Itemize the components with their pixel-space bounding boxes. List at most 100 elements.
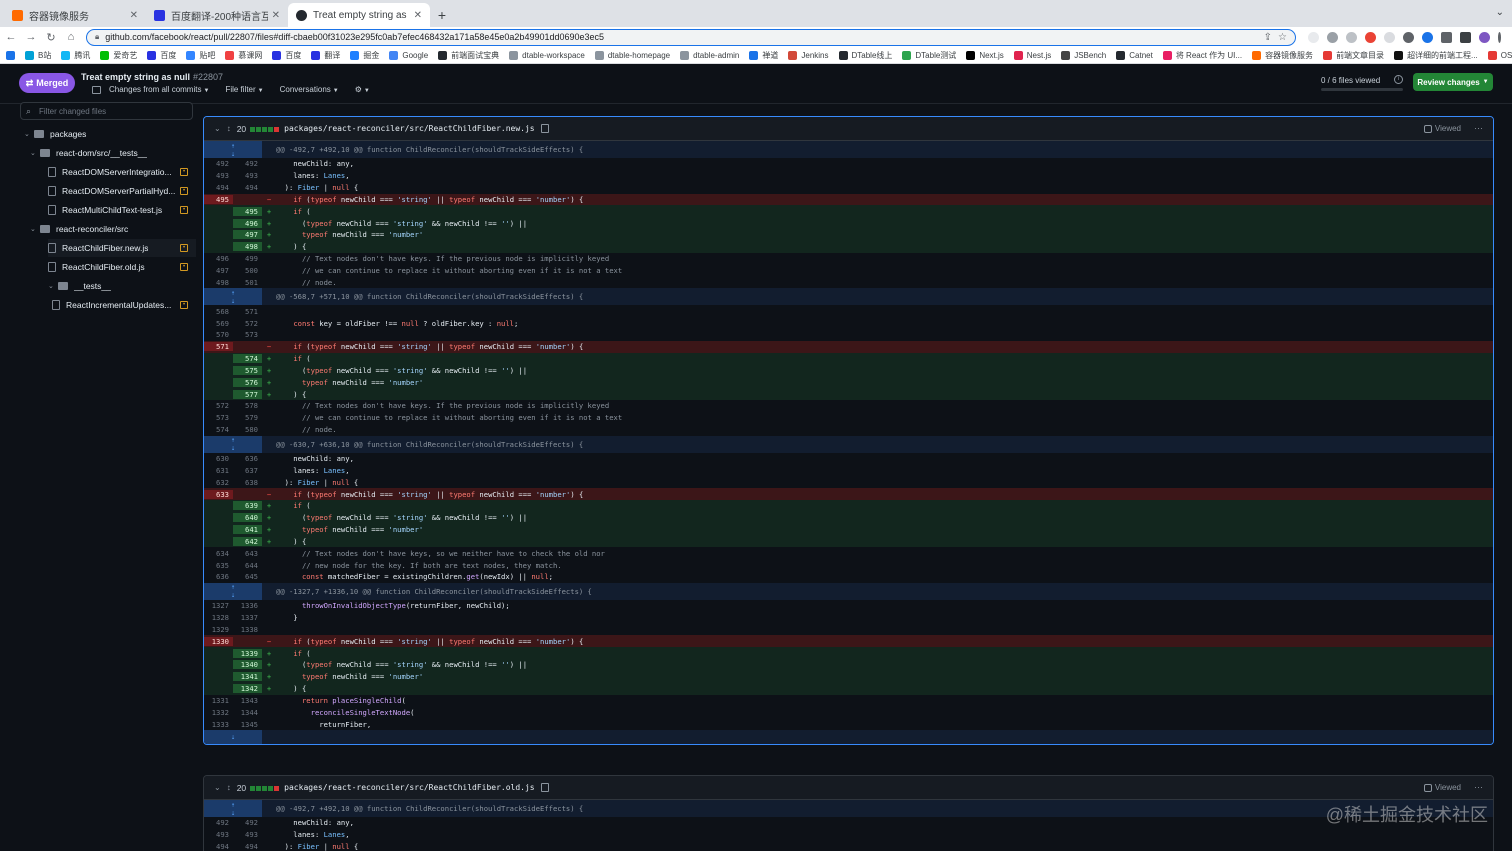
new-line-number[interactable]: 499	[233, 254, 262, 264]
collapse-chevron-icon[interactable]: ⌄	[214, 783, 221, 792]
new-line-number[interactable]: 494	[233, 842, 262, 851]
old-line-number[interactable]: 630	[204, 453, 233, 463]
new-line-number[interactable]: 579	[233, 413, 262, 423]
expand-all-icon[interactable]: ↕	[227, 783, 231, 792]
old-line-number[interactable]: 635	[204, 560, 233, 570]
expand-all-icon[interactable]: ↕	[227, 124, 231, 133]
tree-file[interactable]: ReactChildFiber.old.js	[48, 258, 196, 276]
old-line-number[interactable]: 496	[204, 254, 233, 264]
copy-icon[interactable]	[540, 124, 549, 133]
old-line-number[interactable]: 572	[204, 401, 233, 411]
old-line-number[interactable]: 632	[204, 477, 233, 487]
old-line-number[interactable]: 634	[204, 548, 233, 558]
viewed-checkbox[interactable]: Viewed	[1423, 783, 1461, 792]
extension-icon[interactable]	[1365, 31, 1376, 43]
new-line-number[interactable]: 643	[233, 548, 262, 558]
new-line-number[interactable]: 1338	[233, 624, 262, 634]
new-line-number[interactable]: 572	[233, 318, 262, 328]
new-line-number[interactable]: 501	[233, 277, 262, 287]
new-line-number[interactable]: 493	[233, 171, 262, 181]
bookmark-star-icon[interactable]: ☆	[1278, 32, 1287, 43]
tree-file[interactable]: ReactIncrementalUpdates...	[52, 296, 196, 314]
new-line-number[interactable]: 644	[233, 560, 262, 570]
old-line-number[interactable]: 495	[204, 194, 233, 204]
new-line-number[interactable]: 1336	[233, 601, 262, 611]
extension-icon[interactable]	[1346, 31, 1357, 43]
tree-folder[interactable]: ⌄ __tests__	[48, 277, 196, 295]
bookmark-item[interactable]: 翻译	[311, 50, 340, 61]
tree-file[interactable]: ReactMultiChildText-test.js	[48, 201, 196, 219]
bookmark-item[interactable]: 将 React 作为 UI...	[1162, 50, 1242, 61]
menu-kebab-icon[interactable]	[1498, 31, 1501, 43]
bookmark-item[interactable]: 禅道	[749, 50, 778, 61]
collapse-chevron-icon[interactable]: ⌄	[214, 124, 221, 133]
url-text[interactable]: github.com/facebook/react/pull/22807/fil…	[105, 32, 1257, 42]
new-line-number[interactable]: 580	[233, 425, 262, 435]
old-line-number[interactable]: 492	[204, 159, 233, 169]
tab-search-chevron-icon[interactable]: ⌄	[1496, 7, 1504, 18]
new-line-number[interactable]: 577	[233, 389, 262, 399]
new-line-number[interactable]: 637	[233, 465, 262, 475]
new-line-number[interactable]: 642	[233, 536, 262, 546]
bookmark-item[interactable]: 百度	[147, 50, 176, 61]
new-line-number[interactable]: 496	[233, 218, 262, 228]
bookmark-item[interactable]: 前端文章目录	[1323, 50, 1384, 61]
expand-up-icon[interactable]: ⇡ ⇣	[204, 141, 262, 158]
old-line-number[interactable]: 569	[204, 318, 233, 328]
new-line-number[interactable]: 574	[233, 354, 262, 364]
extension-icon[interactable]	[1384, 31, 1395, 43]
new-line-number[interactable]: 636	[233, 453, 262, 463]
bookmark-item[interactable]: 慕课网	[225, 50, 262, 61]
conversations-dropdown[interactable]: Conversations ▼	[280, 85, 339, 94]
more-options-icon[interactable]: ···	[1474, 782, 1483, 792]
old-line-number[interactable]: 1333	[204, 719, 233, 729]
new-line-number[interactable]: 575	[233, 365, 262, 375]
old-line-number[interactable]: 493	[204, 830, 233, 840]
bookmark-item[interactable]: JSBench	[1061, 50, 1106, 60]
close-tab-icon[interactable]: ✕	[414, 10, 422, 21]
new-line-number[interactable]: 497	[233, 230, 262, 240]
old-line-number[interactable]: 1329	[204, 624, 233, 634]
browser-tab-active[interactable]: Treat empty string as null by s ✕	[288, 3, 430, 27]
new-line-number[interactable]: 1340	[233, 660, 262, 670]
extension-icon[interactable]	[1327, 31, 1338, 43]
new-line-number[interactable]: 1345	[233, 719, 262, 729]
reload-icon[interactable]: ↻	[42, 31, 60, 44]
bookmark-item[interactable]: DTable测试	[902, 50, 956, 61]
bookmark-item[interactable]: Nest.js	[1013, 50, 1051, 60]
old-line-number[interactable]: 636	[204, 572, 233, 582]
changes-from-dropdown[interactable]: Changes from all commits ▼	[109, 85, 209, 94]
old-line-number[interactable]: 571	[204, 342, 233, 352]
new-line-number[interactable]: 1339	[233, 648, 262, 658]
forward-icon[interactable]: →	[22, 31, 40, 43]
expand-down-icon[interactable]: ⇣	[204, 730, 262, 745]
address-bar[interactable]: 🔒︎ github.com/facebook/react/pull/22807/…	[86, 28, 1296, 46]
more-options-icon[interactable]: ···	[1474, 123, 1483, 133]
bookmark-item[interactable]: 腾讯	[61, 50, 90, 61]
new-line-number[interactable]: 571	[233, 306, 262, 316]
expand-up-icon[interactable]: ⇡ ⇣	[204, 435, 262, 453]
tree-folder[interactable]: ⌄ react-reconciler/src	[30, 220, 196, 238]
chevron-down-icon[interactable]: ⌄	[30, 149, 40, 157]
bookmark-item[interactable]: 贴吧	[186, 50, 215, 61]
chevron-down-icon[interactable]: ⌄	[30, 225, 40, 233]
bookmark-item[interactable]: 百度	[272, 50, 301, 61]
new-line-number[interactable]: 492	[233, 818, 262, 828]
bookmark-item[interactable]: 超详细的前端工程...	[1394, 50, 1478, 61]
bookmark-item[interactable]: Next.js	[966, 50, 1004, 60]
lock-icon[interactable]: 🔒︎	[95, 32, 99, 42]
new-line-number[interactable]: 645	[233, 572, 262, 582]
old-line-number[interactable]: 570	[204, 330, 233, 340]
profile-avatar[interactable]	[1479, 31, 1490, 43]
expand-up-icon[interactable]: ⇡ ⇣	[204, 288, 262, 306]
old-line-number[interactable]: 1328	[204, 613, 233, 623]
file-path[interactable]: packages/react-reconciler/src/ReactChild…	[284, 124, 534, 133]
puzzle-icon[interactable]	[1441, 31, 1452, 43]
file-path[interactable]: packages/react-reconciler/src/ReactChild…	[284, 783, 534, 792]
bookmark-item[interactable]: 容器镜像服务	[1252, 50, 1313, 61]
bookmark-item[interactable]: Jenkins	[788, 50, 829, 60]
old-line-number[interactable]: 1332	[204, 707, 233, 717]
expand-up-icon[interactable]: ⇡ ⇣	[204, 800, 262, 817]
extension-icon[interactable]	[1422, 31, 1433, 43]
bookmark-item[interactable]: 爱奇艺	[100, 50, 137, 61]
